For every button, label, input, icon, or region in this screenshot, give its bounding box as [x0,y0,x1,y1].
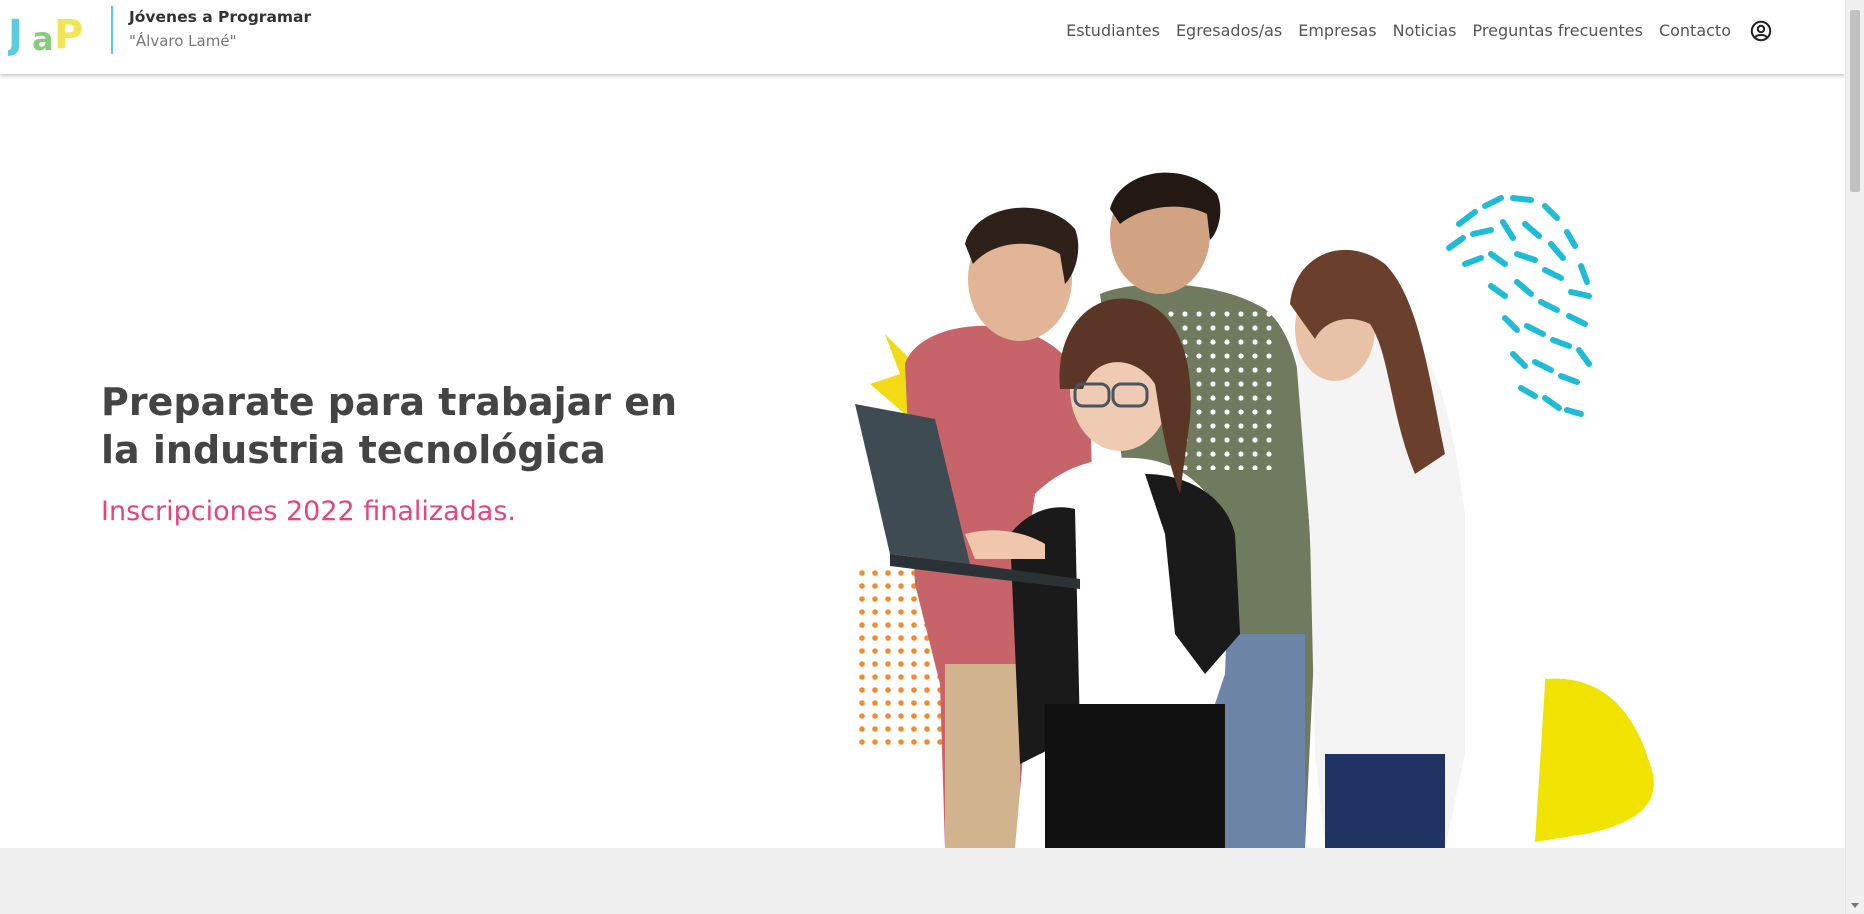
cyan-dashes-decoration [1446,195,1592,417]
next-section-band [0,848,1845,914]
brand-subtitle: "Álvaro Lamé" [129,32,237,50]
svg-text:J: J [8,12,23,58]
nav-item-noticias[interactable]: Noticias [1393,19,1457,43]
students-with-laptop-photo [855,172,1654,848]
hero-title: Preparate para trabajar en la industria … [101,380,678,472]
hero-subtitle: Inscripciones 2022 finalizadas. [101,496,516,527]
scroll-down-arrow-icon[interactable] [1851,903,1859,908]
nav-item-contacto[interactable]: Contacto [1659,19,1731,43]
scrollbar-thumb[interactable] [1850,10,1860,192]
user-circle-icon[interactable] [1750,20,1772,42]
main-nav: Estudiantes Egresados/as Empresas Notici… [1050,19,1772,43]
svg-text:P: P [54,12,83,58]
yellow-blob-decoration [1535,678,1654,842]
nav-item-egresados[interactable]: Egresados/as [1176,19,1282,43]
nav-item-preguntas-frecuentes[interactable]: Preguntas frecuentes [1473,19,1643,43]
jap-logo[interactable]: J a P [8,6,100,58]
svg-text:a: a [32,20,54,58]
page-scrollbar[interactable] [1845,0,1864,914]
site-header: J a P Jóvenes a Programar "Álvaro Lamé" … [0,0,1845,74]
hero-section: Preparate para trabajar en la industria … [0,74,1845,848]
nav-item-estudiantes[interactable]: Estudiantes [1066,19,1160,43]
page: J a P Jóvenes a Programar "Álvaro Lamé" … [0,0,1845,914]
brand-divider [111,6,113,54]
brand-title: Jóvenes a Programar [129,8,312,26]
nav-item-empresas[interactable]: Empresas [1298,19,1376,43]
